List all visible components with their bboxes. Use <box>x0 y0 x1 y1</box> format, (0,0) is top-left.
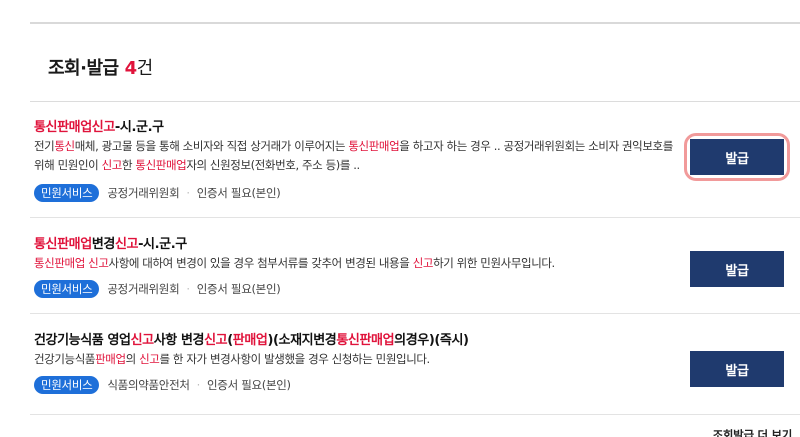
text-segment: 사항에 대하여 변경이 있을 경우 첨부서류를 갖추어 변경된 내용을 <box>108 256 413 270</box>
result-description: 건강기능식품판매업의 신고를 한 자가 변경사항이 발생했을 경우 신청하는 민… <box>34 350 674 369</box>
highlighted-keyword: 신고 <box>114 237 139 252</box>
result-meta: 민원서비스 공정거래위원회 · 인증서 필요(본인) <box>34 280 281 298</box>
highlighted-keyword: 통신판매업신고 <box>34 120 115 135</box>
highlighted-keyword: 신고 <box>101 158 123 172</box>
section-title: 조회·발급 4건 <box>48 54 153 80</box>
highlighted-keyword: 통신판매업 <box>348 139 400 153</box>
issue-button[interactable]: 발급 <box>690 251 784 287</box>
result-count-unit: 건 <box>136 58 154 79</box>
meta-separator: · <box>186 282 190 296</box>
result-item: 건강기능식품 영업신고사항 변경신고(판매업)(소재지변경통신판매업의경우)(즉… <box>30 314 800 415</box>
issue-button[interactable]: 발급 <box>690 351 784 387</box>
highlighted-keyword: 신고 <box>412 256 434 270</box>
text-segment: 하기 위한 민원사무입니다. <box>433 256 555 270</box>
text-segment: -시.군.구 <box>138 237 187 252</box>
text-segment: )(소재지변경 <box>267 333 337 348</box>
result-meta: 민원서비스 공정거래위원회 · 인증서 필요(본인) <box>34 184 281 202</box>
service-badge: 민원서비스 <box>34 280 100 298</box>
text-segment: 건강기능식품 <box>34 352 96 366</box>
result-description: 전기통신매체, 광고물 등을 통해 소비자와 직접 상거래가 이루어지는 통신판… <box>34 137 674 175</box>
text-segment: 의경우)(즉시) <box>394 333 469 348</box>
result-item: 통신판매업변경신고-시.군.구 통신판매업 신고사항에 대하여 변경이 있을 경… <box>30 218 800 314</box>
result-count-number: 4 <box>124 58 138 79</box>
highlighted-keyword: 통신판매업 신고 <box>34 256 109 270</box>
issue-button[interactable]: 발급 <box>690 139 784 175</box>
text-segment: 를 한 자가 변경사항이 발생했을 경우 신청하는 민원입니다. <box>159 352 430 366</box>
auth-requirement: 인증서 필요(본인) <box>196 282 281 296</box>
result-title[interactable]: 통신판매업신고-시.군.구 <box>34 116 164 135</box>
text-segment: 의 <box>125 352 140 366</box>
text-segment: -시.군.구 <box>114 120 164 135</box>
text-segment: 자의 신원정보(전화번호, 주소 등)를 .. <box>186 158 360 172</box>
text-segment: 매체, 광고물 등을 통해 소비자와 직접 상거래가 이루어지는 <box>74 139 349 153</box>
result-item: 통신판매업신고-시.군.구 전기통신매체, 광고물 등을 통해 소비자와 직접 … <box>30 102 800 218</box>
text-segment: 사항 변경 <box>153 333 205 348</box>
text-segment: 변경 <box>91 237 116 252</box>
highlighted-keyword: 통신판매업 <box>135 158 187 172</box>
meta-separator: · <box>196 378 201 392</box>
highlighted-keyword: 판매업 <box>95 352 126 366</box>
auth-requirement: 인증서 필요(본인) <box>207 378 291 392</box>
more-results-link[interactable]: 조회발급 더 보기 <box>713 427 793 437</box>
auth-requirement: 인증서 필요(본인) <box>196 186 281 200</box>
highlighted-keyword: 통신판매업 <box>34 237 92 252</box>
highlighted-keyword: 통신 <box>54 139 75 153</box>
agency-name: 공정거래위원회 <box>107 186 180 200</box>
issuance-section: 조회·발급 4건 통신판매업신고-시.군.구 전기통신매체, 광고물 등을 통해 … <box>30 22 800 437</box>
section-title-text: 조회·발급 <box>48 58 119 79</box>
highlighted-keyword: 판매업 <box>232 333 268 348</box>
highlighted-keyword: 신고 <box>130 333 155 348</box>
result-meta: 민원서비스 식품의약품안전처 · 인증서 필요(본인) <box>34 376 291 394</box>
result-description: 통신판매업 신고사항에 대하여 변경이 있을 경우 첨부서류를 갖추어 변경된 … <box>34 254 674 273</box>
text-segment: 건강기능식품 영업 <box>34 333 131 348</box>
agency-name: 공정거래위원회 <box>107 282 180 296</box>
result-title[interactable]: 건강기능식품 영업신고사항 변경신고(판매업)(소재지변경통신판매업의경우)(즉… <box>34 329 469 348</box>
text-segment: 한 <box>121 158 136 172</box>
agency-name: 식품의약품안전처 <box>107 378 190 392</box>
text-segment: 전기 <box>34 139 55 153</box>
highlighted-keyword: 신고 <box>139 352 160 366</box>
result-title[interactable]: 통신판매업변경신고-시.군.구 <box>34 233 187 252</box>
highlighted-keyword: 신고 <box>204 333 228 348</box>
result-count: 4건 <box>124 58 154 79</box>
highlighted-keyword: 통신판매업 <box>336 333 395 348</box>
section-header: 조회·발급 4건 <box>30 24 800 102</box>
meta-separator: · <box>186 186 190 200</box>
service-badge: 민원서비스 <box>34 376 100 394</box>
service-badge: 민원서비스 <box>34 184 100 202</box>
